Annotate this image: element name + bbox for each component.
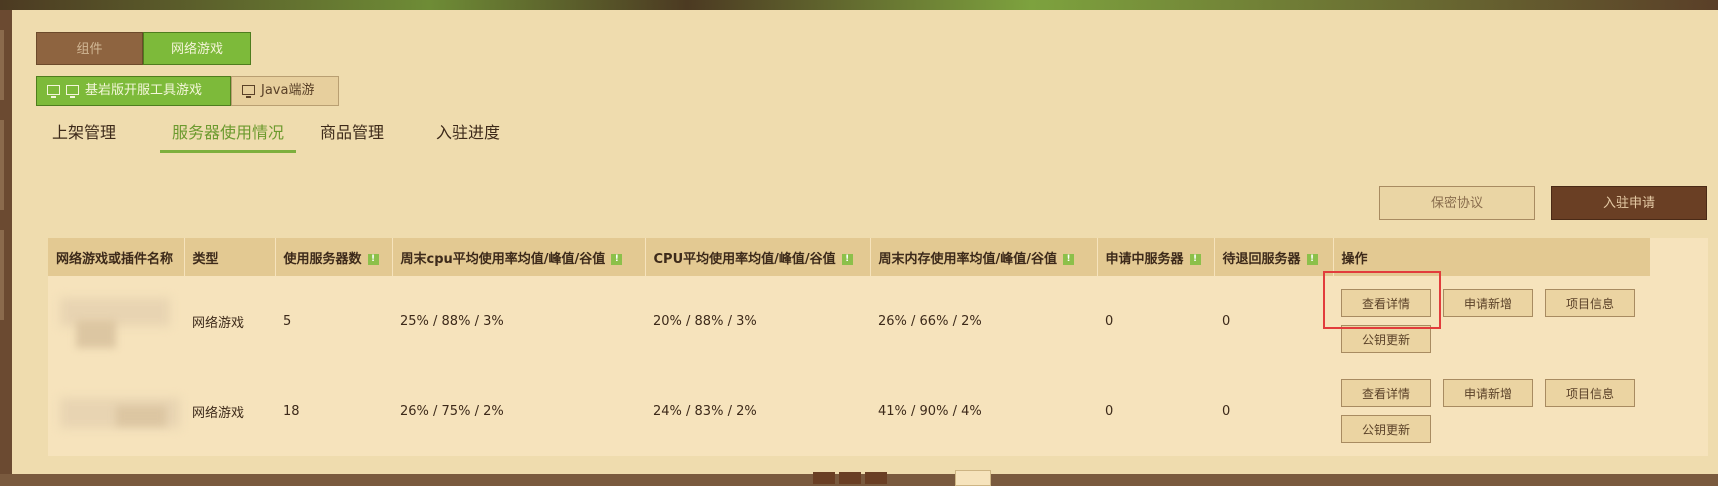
top-border — [0, 0, 1718, 10]
col-cpu-header: CPU平均使用率均值/峰值/谷值! — [645, 238, 871, 276]
cell-weekend-cpu: 26% / 75% / 2% — [400, 403, 504, 419]
update-key-button[interactable]: 公钥更新 — [1341, 415, 1431, 443]
apply-new-button[interactable]: 申请新增 — [1443, 289, 1533, 317]
row-actions: 查看详情 申请新增 项目信息 公钥更新 — [1341, 373, 1642, 449]
cell-actions: 查看详情 申请新增 项目信息 公钥更新 — [1333, 276, 1650, 366]
col-servers-header: 使用服务器数! — [275, 238, 393, 276]
tab-network-games[interactable]: 网络游戏 — [143, 32, 251, 65]
cell-cpu: 24% / 83% / 2% — [653, 403, 757, 419]
col-name-header: 网络游戏或插件名称 — [48, 238, 185, 276]
apply-new-button[interactable]: 申请新增 — [1443, 379, 1533, 407]
left-tick — [0, 120, 4, 210]
cell-returning: 0 — [1222, 313, 1231, 329]
section-nav: 上架管理 服务器使用情况 商品管理 入驻进度 — [52, 116, 518, 153]
nav-product-management[interactable]: 商品管理 — [320, 116, 402, 150]
table-row: 网络游戏 18 26% / 75% / 2% 24% / 83% / 2% 41… — [48, 366, 1650, 456]
tab-bedrock-label: 基岩版开服工具游戏 — [85, 83, 203, 98]
server-usage-table: 网络游戏或插件名称 类型 使用服务器数! 周末cpu平均使用率均值/峰值/谷值!… — [48, 238, 1708, 456]
cell-weekend-mem: 41% / 90% / 4% — [878, 403, 982, 419]
monitor-icon — [242, 84, 255, 98]
project-info-button[interactable]: 项目信息 — [1545, 379, 1635, 407]
cell-type: 网络游戏 — [192, 405, 245, 421]
table-row: 网络游戏 5 25% / 88% / 3% 20% / 88% / 3% 26%… — [48, 276, 1650, 366]
cell-applying: 0 — [1105, 313, 1114, 329]
left-tick — [0, 230, 4, 320]
info-icon[interactable]: ! — [841, 253, 853, 265]
cell-servers: 5 — [283, 313, 292, 329]
col-type-header: 类型 — [184, 238, 276, 276]
left-tick — [0, 30, 4, 100]
cell-actions: 查看详情 申请新增 项目信息 公钥更新 — [1333, 366, 1650, 456]
col-applying-header: 申请中服务器! — [1097, 238, 1215, 276]
confidentiality-agreement-button[interactable]: 保密协议 — [1379, 186, 1535, 220]
tab-components[interactable]: 组件 — [36, 32, 143, 65]
cell-name — [48, 276, 184, 366]
nav-server-usage[interactable]: 服务器使用情况 — [160, 116, 296, 153]
main-tabs: 组件 网络游戏 — [36, 32, 251, 65]
view-details-button[interactable]: 查看详情 — [1341, 379, 1431, 407]
cell-applying: 0 — [1105, 403, 1114, 419]
update-key-button[interactable]: 公钥更新 — [1341, 325, 1431, 353]
phone-icon — [47, 84, 60, 98]
nav-listing-management[interactable]: 上架管理 — [52, 116, 152, 150]
main-panel: 组件 网络游戏 基岩版开服工具游戏 Java端游 上架管理 服务器使用情况 商品… — [12, 10, 1718, 486]
onboarding-apply-button[interactable]: 入驻申请 — [1551, 186, 1707, 220]
cell-type: 网络游戏 — [192, 315, 245, 331]
monitor-icon — [66, 84, 79, 98]
cell-cpu: 20% / 88% / 3% — [653, 313, 757, 329]
blurred-name — [56, 286, 176, 356]
col-weekend-cpu-header: 周末cpu平均使用率均值/峰值/谷值! — [392, 238, 646, 276]
col-weekend-mem-header: 周末内存使用率均值/峰值/谷值! — [870, 238, 1098, 276]
col-returning-header: 待退回服务器! — [1214, 238, 1334, 276]
platform-tabs: 基岩版开服工具游戏 Java端游 — [36, 76, 339, 106]
col-actions-header: 操作 — [1333, 238, 1650, 276]
cell-returning: 0 — [1222, 403, 1231, 419]
row-actions: 查看详情 申请新增 项目信息 公钥更新 — [1341, 283, 1642, 359]
tab-java[interactable]: Java端游 — [231, 76, 339, 106]
cell-servers: 18 — [283, 403, 300, 419]
view-details-button[interactable]: 查看详情 — [1341, 289, 1431, 317]
left-side-strip — [0, 10, 12, 474]
cell-weekend-cpu: 25% / 88% / 3% — [400, 313, 504, 329]
cell-weekend-mem: 26% / 66% / 2% — [878, 313, 982, 329]
info-icon[interactable]: ! — [611, 253, 623, 265]
tab-bedrock-server-tool[interactable]: 基岩版开服工具游戏 — [36, 76, 231, 106]
cell-name — [48, 366, 184, 456]
info-icon[interactable]: ! — [367, 253, 379, 265]
info-icon[interactable]: ! — [1063, 253, 1074, 265]
table-header-row: 网络游戏或插件名称 类型 使用服务器数! 周末cpu平均使用率均值/峰值/谷值!… — [48, 238, 1650, 276]
tab-java-label: Java端游 — [261, 83, 315, 98]
info-icon[interactable]: ! — [1306, 253, 1318, 265]
blurred-name — [56, 376, 180, 446]
page-input[interactable] — [955, 470, 991, 486]
project-info-button[interactable]: 项目信息 — [1545, 289, 1635, 317]
info-icon[interactable]: ! — [1189, 253, 1201, 265]
nav-onboarding-progress[interactable]: 入驻进度 — [436, 116, 518, 150]
